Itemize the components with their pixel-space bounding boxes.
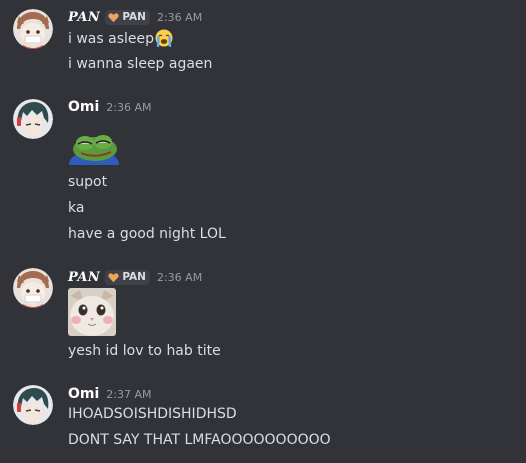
heart-icon xyxy=(108,272,119,282)
message-header: PAN PAN 2:36 AM xyxy=(68,267,202,287)
chat-message-list: PAN PAN 2:36 AM i was asleep i wanna sle… xyxy=(0,0,526,463)
message-text: supot xyxy=(68,174,108,190)
message-text: ka xyxy=(68,200,85,216)
username[interactable]: PAN xyxy=(68,270,100,285)
message-text-content: i was asleep xyxy=(68,31,154,47)
clan-tag[interactable]: PAN xyxy=(105,269,150,285)
clan-tag[interactable]: PAN xyxy=(105,9,150,25)
message-text: i was asleep xyxy=(68,29,173,49)
pepe-frog-sleeping-icon[interactable] xyxy=(67,131,121,167)
message-text: have a good night LOL xyxy=(68,226,226,242)
username[interactable]: Omi xyxy=(68,386,99,402)
message-header: PAN PAN 2:36 AM xyxy=(68,7,202,27)
timestamp[interactable]: 2:37 AM xyxy=(106,388,151,401)
message-text: yesh id lov to hab tite xyxy=(68,343,221,359)
message-header: Omi 2:36 AM xyxy=(68,97,152,117)
avatar-pan[interactable] xyxy=(13,268,53,308)
message-header: Omi 2:37 AM xyxy=(68,384,152,404)
clan-tag-label: PAN xyxy=(122,271,146,283)
timestamp[interactable]: 2:36 AM xyxy=(106,101,151,114)
message-text: i wanna sleep agaen xyxy=(68,56,213,72)
clan-tag-label: PAN xyxy=(122,11,146,23)
avatar-omi[interactable] xyxy=(13,385,53,425)
loudly-crying-face-icon xyxy=(155,29,173,47)
username[interactable]: PAN xyxy=(68,10,100,25)
avatar-pan[interactable] xyxy=(13,9,53,49)
timestamp[interactable]: 2:36 AM xyxy=(157,11,202,24)
heart-icon xyxy=(108,12,119,22)
avatar-omi[interactable] xyxy=(13,99,53,139)
timestamp[interactable]: 2:36 AM xyxy=(157,271,202,284)
message-text: DONT SAY THAT LMFAOOOOOOOOOO xyxy=(68,432,331,448)
message-text: IHOADSOISHDISHIDHSD xyxy=(68,406,237,422)
username[interactable]: Omi xyxy=(68,99,99,115)
crying-cat-photo[interactable] xyxy=(68,288,116,336)
